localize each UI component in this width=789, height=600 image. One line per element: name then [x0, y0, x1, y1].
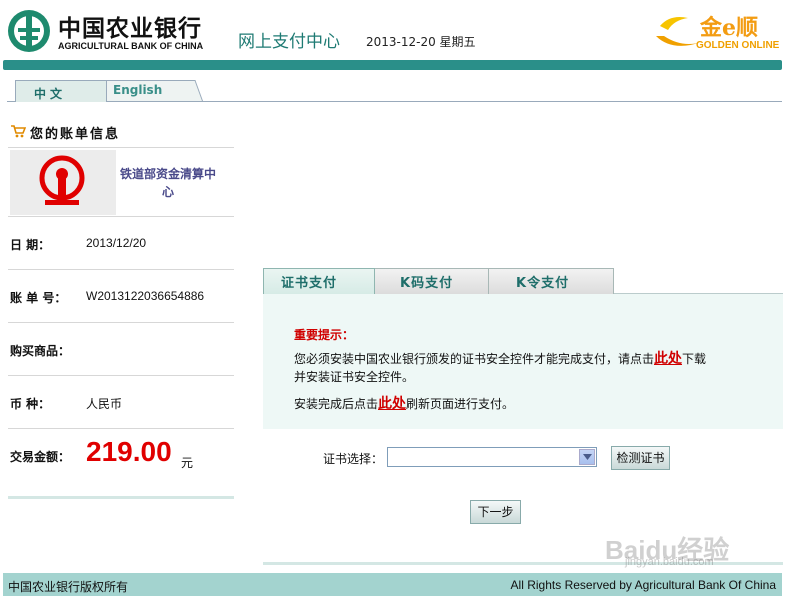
- header-accent-bar: [3, 60, 782, 70]
- notice-title: 重要提示：: [294, 328, 355, 342]
- divider: [8, 428, 234, 429]
- partner-brand-cn: 金e顺: [700, 15, 758, 41]
- divider: [8, 269, 234, 270]
- divider: [8, 322, 234, 323]
- tab-kcode-pay-label: K码支付: [400, 276, 454, 291]
- tab-cert-pay-label: 证书支付: [281, 276, 338, 291]
- railway-logo-icon: [39, 155, 85, 205]
- divider: [8, 147, 234, 148]
- cert-select-label: 证书选择：: [323, 452, 384, 466]
- amount-label: 交易金额：: [10, 450, 71, 464]
- copyright-en: All Rights Reserved by Agricultural Bank…: [510, 578, 776, 592]
- currency-label: 币 种：: [10, 397, 51, 411]
- date-label: 日 期：: [10, 238, 51, 252]
- product-label: 购买商品：: [10, 344, 71, 358]
- notice-line-3-tail: 刷新页面进行支付。: [406, 397, 515, 411]
- notice-line-1-tail: 下载: [682, 352, 707, 366]
- tab-chinese[interactable]: 中文: [15, 80, 107, 102]
- partner-brand-en: GOLDEN ONLINE: [696, 40, 780, 51]
- tab-ktoken-pay-label: K令支付: [516, 276, 570, 291]
- tab-chinese-label: 中文: [34, 87, 67, 101]
- divider: [8, 216, 234, 217]
- amount-value: 219.00: [86, 436, 172, 467]
- watermark-url: jingyan.baidu.com: [625, 556, 714, 568]
- current-date: 2013-12-20 星期五: [366, 35, 476, 49]
- chevron-down-icon[interactable]: [579, 449, 595, 465]
- date-value: 2013/12/20: [86, 236, 147, 250]
- page-footer: 中国农业银行版权所有 All Rights Reserved by Agricu…: [3, 573, 782, 596]
- bank-name-en: AGRICULTURAL BANK OF CHINA: [58, 41, 204, 51]
- language-tab-divider: [7, 101, 782, 102]
- next-step-button[interactable]: 下一步: [470, 500, 521, 524]
- divider: [8, 375, 234, 376]
- cert-select-dropdown[interactable]: [387, 447, 597, 467]
- bill-info-title: 您的账单信息: [30, 127, 121, 142]
- bill-bottom-bar: [8, 496, 234, 499]
- tab-english[interactable]: English: [113, 83, 162, 97]
- merchant-name: 铁道部资金清算中心: [119, 167, 216, 199]
- bill-number-label: 账 单 号：: [10, 291, 67, 305]
- abc-bank-logo-icon: [8, 10, 50, 52]
- check-cert-button[interactable]: 检测证书: [611, 446, 670, 470]
- download-link[interactable]: 此处: [654, 351, 682, 367]
- page-title: 网上支付中心: [238, 32, 340, 52]
- page-header: 中国农业银行 AGRICULTURAL BANK OF CHINA 网上支付中心…: [0, 0, 789, 60]
- currency-value: 人民币: [86, 397, 123, 411]
- notice-line-1-text: 您必须安装中国农业银行颁发的证书安全控件才能完成支付，请点击: [294, 352, 655, 366]
- bill-number-value: W2013122036654886: [86, 289, 205, 303]
- refresh-link[interactable]: 此处: [378, 396, 406, 412]
- amount-unit: 元: [181, 456, 194, 470]
- notice-line-2: 并安装证书安全控件。: [294, 370, 415, 384]
- notice-line-1: 您必须安装中国农业银行颁发的证书安全控件才能完成支付，请点击此处下载: [294, 348, 706, 368]
- copyright-cn: 中国农业银行版权所有: [8, 580, 129, 594]
- notice-line-3: 安装完成后点击此处刷新页面进行支付。: [294, 393, 514, 413]
- bank-name-cn: 中国农业银行: [58, 15, 202, 42]
- notice-line-3-text: 安装完成后点击: [294, 397, 379, 411]
